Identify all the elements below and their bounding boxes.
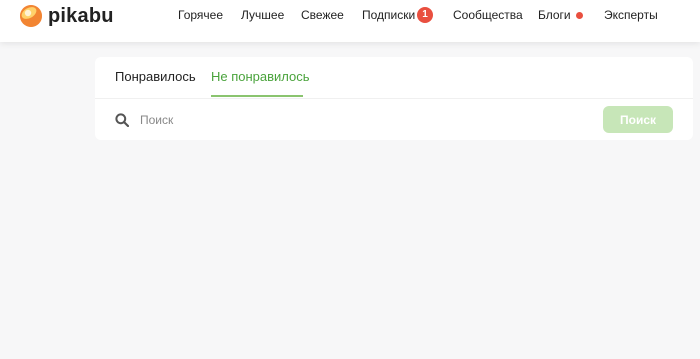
nav-hot[interactable]: Горячее — [178, 8, 223, 22]
pikabu-logo[interactable]: pikabu — [19, 3, 114, 29]
site-header: pikabu Горячее Лучшее Свежее Подписки 1 … — [0, 0, 700, 42]
pikabu-logo-icon — [20, 5, 42, 27]
tab-liked[interactable]: Понравилось — [115, 69, 196, 85]
logo-text: pikabu — [48, 4, 114, 27]
tab-disliked[interactable]: Не понравилось — [211, 69, 310, 85]
blogs-notification-dot — [576, 12, 583, 19]
nav-blogs[interactable]: Блоги — [538, 8, 571, 22]
nav-best[interactable]: Лучшее — [241, 8, 284, 22]
nav-subscriptions[interactable]: Подписки — [362, 8, 415, 22]
ratings-panel: Понравилось Не понравилось Поиск — [95, 57, 693, 140]
nav-fresh[interactable]: Свежее — [301, 8, 344, 22]
active-tab-indicator — [211, 95, 303, 97]
search-icon — [115, 113, 129, 127]
nav-experts[interactable]: Эксперты — [604, 8, 658, 22]
search-button[interactable]: Поиск — [603, 106, 673, 133]
subscriptions-count-badge: 1 — [417, 7, 433, 23]
search-input[interactable] — [135, 111, 585, 129]
rating-tabs: Понравилось Не понравилось — [95, 57, 693, 99]
nav-communities[interactable]: Сообщества — [453, 8, 523, 22]
